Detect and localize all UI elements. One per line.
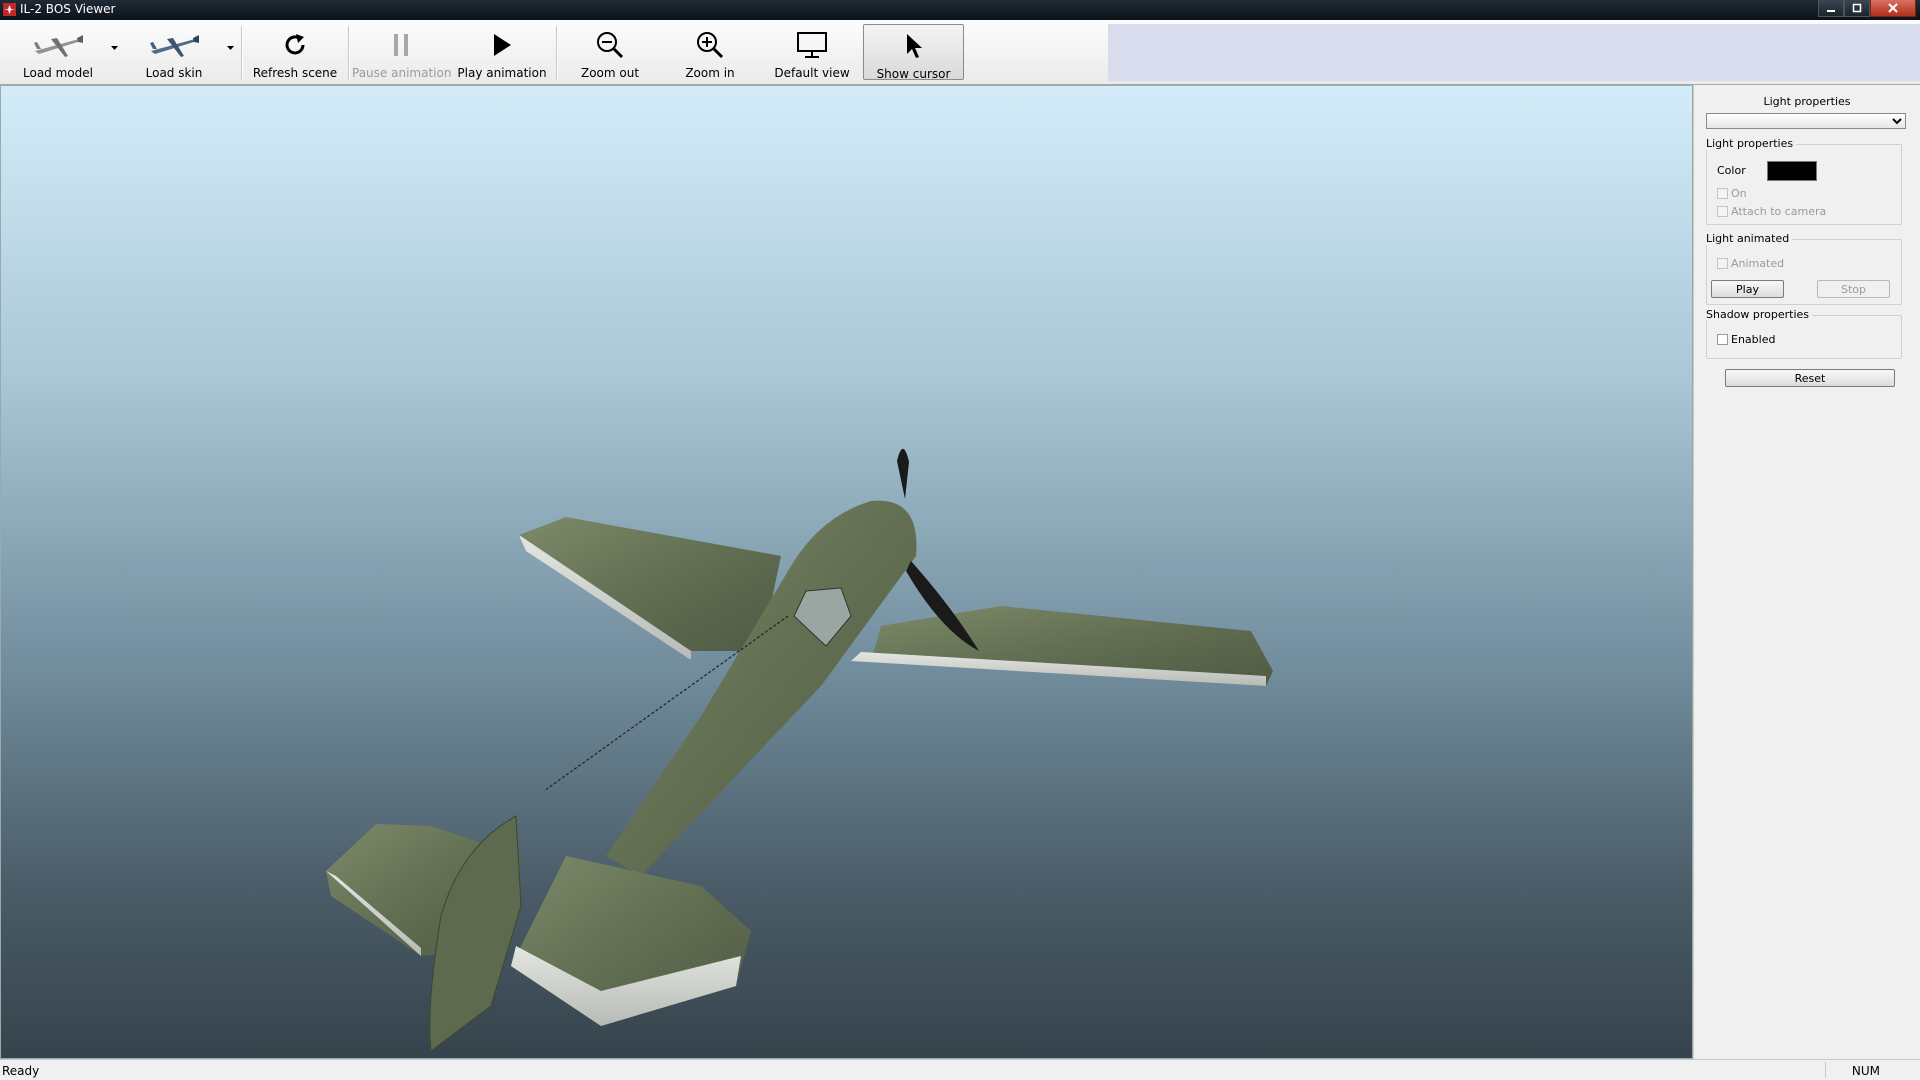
load-model-label: Load model (23, 66, 93, 80)
toolbar-empty-area (1108, 24, 1920, 81)
reset-button[interactable]: Reset (1725, 369, 1895, 387)
default-view-label: Default view (774, 66, 850, 80)
status-bar: Ready NUM (0, 1059, 1920, 1080)
toolbar-separator (348, 26, 350, 80)
zoom-out-button[interactable]: Zoom out (566, 24, 654, 80)
toolbar-separator (241, 26, 243, 80)
light-properties-panel: Light properties Light properties Color … (1693, 85, 1920, 1059)
pause-animation-label: Pause animation (352, 66, 452, 80)
play-animation-label: Play animation (457, 66, 547, 80)
animated-checkbox[interactable] (1717, 258, 1728, 269)
play-animation-button[interactable]: Play animation (452, 24, 552, 80)
load-skin-dropdown[interactable] (226, 42, 235, 54)
aircraft-3d-model[interactable] (1, 86, 1693, 1059)
light-properties-group: Light properties Color On Attach to came… (1703, 137, 1902, 225)
on-checkbox[interactable] (1717, 188, 1728, 199)
on-label: On (1731, 187, 1747, 200)
minimize-icon (1827, 10, 1835, 12)
group-label: Light properties (1703, 137, 1797, 150)
group-label: Shadow properties (1703, 308, 1813, 321)
cursor-icon (906, 34, 922, 58)
aircraft-skin-icon (150, 35, 199, 57)
attach-to-camera-row[interactable]: Attach to camera (1717, 205, 1826, 218)
num-lock-indicator: NUM (1851, 1064, 1880, 1078)
color-swatch[interactable] (1767, 161, 1817, 181)
propeller-blade (897, 448, 909, 499)
pause-animation-button[interactable]: Pause animation (352, 24, 452, 80)
zoom-in-button[interactable]: Zoom in (666, 24, 754, 80)
pause-icon (394, 34, 408, 56)
show-cursor-label: Show cursor (876, 67, 951, 81)
stop-button[interactable]: Stop (1817, 280, 1890, 298)
on-checkbox-row[interactable]: On (1717, 187, 1747, 200)
app-icon (3, 3, 16, 16)
toolbar: Load model Load skin Refresh scene Pause… (0, 20, 1920, 85)
aircraft-model-icon (34, 35, 83, 57)
animated-checkbox-row[interactable]: Animated (1717, 257, 1784, 270)
zoom-in-icon (697, 32, 724, 59)
toolbar-separator (556, 26, 558, 80)
shadow-properties-group: Shadow properties Enabled (1703, 308, 1902, 359)
attach-to-camera-checkbox[interactable] (1717, 206, 1728, 217)
close-icon (1888, 3, 1898, 13)
animated-label: Animated (1731, 257, 1785, 270)
default-view-button[interactable]: Default view (768, 24, 856, 80)
refresh-scene-button[interactable]: Refresh scene (250, 24, 340, 80)
maximize-icon (1852, 3, 1862, 13)
maximize-button[interactable] (1844, 0, 1870, 17)
play-button[interactable]: Play (1711, 280, 1784, 298)
chevron-down-icon (111, 46, 118, 50)
enabled-label: Enabled (1731, 333, 1776, 346)
status-text: Ready (2, 1064, 40, 1078)
light-selector-dropdown[interactable] (1706, 113, 1906, 129)
light-animated-group: Light animated Animated Play Stop (1703, 232, 1902, 305)
zoom-in-label: Zoom in (685, 66, 735, 80)
load-skin-button[interactable]: Load skin (128, 24, 220, 80)
play-icon (494, 34, 511, 56)
zoom-out-icon (597, 32, 624, 59)
refresh-icon (285, 34, 305, 55)
3d-viewport[interactable] (0, 85, 1693, 1059)
attach-to-camera-label: Attach to camera (1731, 205, 1827, 218)
chevron-down-icon (227, 46, 234, 50)
enabled-checkbox[interactable] (1717, 334, 1728, 345)
load-skin-label: Load skin (145, 66, 203, 80)
zoom-out-label: Zoom out (580, 66, 640, 80)
color-label: Color (1717, 164, 1746, 177)
enabled-checkbox-row[interactable]: Enabled (1717, 333, 1775, 346)
load-model-button[interactable]: Load model (8, 24, 108, 80)
title-bar: IL-2 BOS Viewer (0, 0, 1920, 20)
panel-title: Light properties (1763, 95, 1851, 108)
refresh-scene-label: Refresh scene (252, 66, 338, 80)
monitor-icon (797, 32, 827, 58)
show-cursor-button[interactable]: Show cursor (863, 24, 964, 81)
close-button[interactable] (1870, 0, 1916, 17)
window-title: IL-2 BOS Viewer (20, 2, 116, 16)
group-label: Light animated (1703, 232, 1793, 245)
load-model-dropdown[interactable] (110, 42, 119, 54)
minimize-button[interactable] (1818, 0, 1844, 17)
